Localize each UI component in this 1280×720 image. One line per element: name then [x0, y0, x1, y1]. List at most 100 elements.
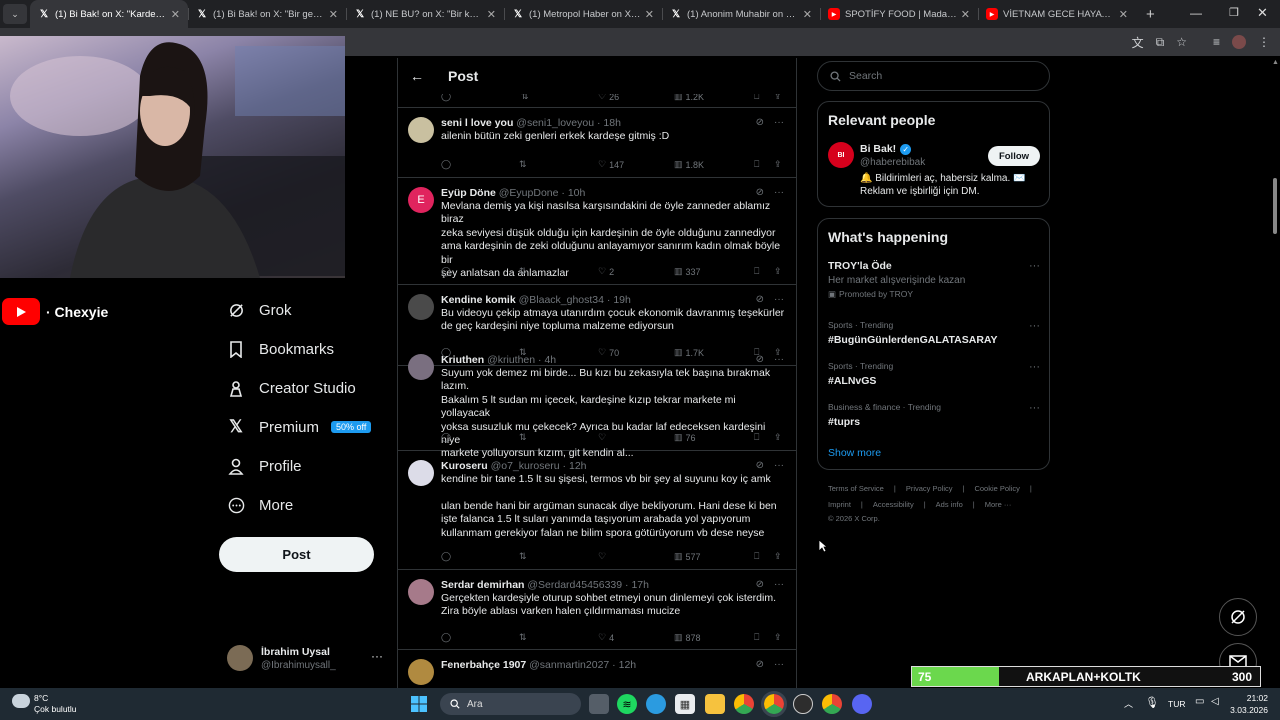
- tweet-more-icon[interactable]: ···: [774, 294, 784, 305]
- share-icon[interactable]: ⇪: [774, 159, 782, 170]
- tweet-more-icon[interactable]: ···: [774, 579, 784, 590]
- show-more-link[interactable]: Show more: [828, 447, 881, 459]
- reply-tweet[interactable]: E Eyüp Döne @EyupDone · 10h ⊘ ··· Mevlana de…: [398, 178, 796, 285]
- bookmark-star-icon[interactable]: ☆: [1176, 35, 1187, 49]
- weather-widget[interactable]: 8°C Çok bulutlu: [12, 692, 92, 716]
- reply-tweet[interactable]: Serdar demirhan @Serdard45456339 · 17h ⊘ ·…: [398, 570, 796, 650]
- reply-icon[interactable]: ◯: [441, 632, 451, 643]
- avatar[interactable]: [408, 579, 434, 605]
- profile-name[interactable]: Bi Bak!: [860, 143, 896, 155]
- tweet-more-icon[interactable]: ···: [774, 117, 784, 128]
- volume-icon[interactable]: ◁: [1211, 696, 1219, 707]
- input-language[interactable]: TUR: [1168, 699, 1185, 709]
- page-scrollbar[interactable]: ▲: [1270, 56, 1280, 688]
- author-handle[interactable]: @seni1_loveyou: [516, 117, 594, 129]
- close-window-icon[interactable]: ✕: [1257, 5, 1268, 21]
- tweet-more-icon[interactable]: ···: [774, 460, 784, 471]
- minimize-icon[interactable]: —: [1190, 6, 1202, 20]
- close-tab-icon[interactable]: ✕: [171, 8, 180, 21]
- close-tab-icon[interactable]: ✕: [961, 8, 970, 21]
- trend-more-icon[interactable]: ···: [1029, 361, 1040, 373]
- grok-icon[interactable]: ⊘: [756, 187, 764, 198]
- views-button[interactable]: ▥ 577: [674, 551, 701, 562]
- close-tab-icon[interactable]: ✕: [803, 8, 812, 21]
- tab-4[interactable]: 𝕏 (1) Metropol Haber on X: "Bir ağ ✕: [504, 0, 662, 28]
- grok-icon[interactable]: ⊘: [756, 294, 764, 305]
- repost-icon[interactable]: ⇅: [519, 432, 527, 443]
- tweet-time[interactable]: 17h: [631, 579, 649, 591]
- footer-link[interactable]: Ads info: [936, 500, 963, 509]
- tweet-more-icon[interactable]: ···: [774, 659, 784, 670]
- clock-time[interactable]: 21:02: [1234, 693, 1268, 703]
- profile-avatar-icon[interactable]: [1232, 35, 1246, 49]
- avatar[interactable]: [408, 117, 434, 143]
- reply-icon[interactable]: ◯: [441, 551, 451, 562]
- new-tab-icon[interactable]: +: [1146, 6, 1155, 23]
- tweet-time[interactable]: 10h: [568, 187, 586, 199]
- bookmark-icon[interactable]: ⎕: [754, 266, 759, 277]
- tray-overflow-icon[interactable]: ︿: [1124, 697, 1133, 710]
- author-name[interactable]: Kendine komik: [441, 294, 516, 306]
- nav-item-premium[interactable]: 𝕏 Premium 50% off: [227, 417, 372, 436]
- bookmark-icon[interactable]: ⎕: [754, 551, 759, 562]
- trend-more-icon[interactable]: ···: [1029, 402, 1040, 414]
- like-button[interactable]: ♡ 2: [598, 266, 614, 277]
- network-icon[interactable]: ▭: [1195, 696, 1204, 707]
- author-name[interactable]: Fenerbahçe 1907: [441, 659, 526, 671]
- nav-item-more[interactable]: More: [227, 496, 293, 514]
- repost-icon[interactable]: ⇅: [519, 632, 527, 643]
- back-arrow-icon[interactable]: ←: [410, 68, 424, 84]
- repost-icon[interactable]: ⇅: [519, 266, 527, 277]
- repost-icon[interactable]: ⇅: [519, 159, 527, 170]
- trend-more-icon[interactable]: ···: [1029, 320, 1040, 332]
- views-button[interactable]: ▥ 76: [674, 432, 696, 443]
- file-explorer-icon[interactable]: [705, 694, 725, 714]
- tweet-time[interactable]: 12h: [569, 460, 587, 472]
- start-button[interactable]: [409, 694, 429, 714]
- nav-item-grok[interactable]: Grok: [227, 301, 292, 319]
- views-button[interactable]: ▥ 878: [674, 632, 701, 643]
- share-icon[interactable]: ⇪: [774, 266, 782, 277]
- tweet-more-icon[interactable]: ···: [774, 354, 784, 365]
- tab-6[interactable]: ▶ SPOTİFY FOOD | Madara Olduk ✕: [820, 0, 978, 28]
- nav-item-profile[interactable]: Profile: [227, 457, 302, 475]
- close-tab-icon[interactable]: ✕: [487, 8, 496, 21]
- views-button[interactable]: ▥ 337: [674, 266, 701, 277]
- restore-icon[interactable]: ❐: [1229, 6, 1239, 19]
- spotify-icon[interactable]: ≋: [617, 694, 637, 714]
- chrome-icon[interactable]: [734, 694, 754, 714]
- reply-icon[interactable]: ◯: [441, 432, 451, 443]
- taskbar-search[interactable]: Ara: [440, 693, 581, 715]
- repost-icon[interactable]: ⇅: [519, 551, 527, 562]
- author-name[interactable]: Kuroseru: [441, 460, 488, 472]
- browser-menu-icon[interactable]: ⋮: [1258, 35, 1270, 49]
- bookmark-icon[interactable]: ⎕: [754, 632, 759, 643]
- reply-icon[interactable]: ◯: [441, 266, 451, 277]
- share-icon[interactable]: ⇪: [774, 632, 782, 643]
- translate-icon[interactable]: 文: [1132, 34, 1144, 51]
- reply-tweet[interactable]: Kriuthen @kriuthen · 4h ⊘ ··· Suyum yok dem…: [398, 345, 796, 459]
- footer-link[interactable]: Terms of Service: [828, 484, 884, 493]
- author-handle[interactable]: @o7_kuroseru: [491, 460, 560, 472]
- tweet-time[interactable]: 18h: [603, 117, 621, 129]
- chrome-icon-active[interactable]: [761, 691, 787, 717]
- chrome-profile-icon[interactable]: [822, 694, 842, 714]
- nav-item-creator-studio[interactable]: Creator Studio: [227, 379, 356, 397]
- footer-link[interactable]: Cookie Policy: [974, 484, 1019, 493]
- avatar[interactable]: BI: [828, 142, 854, 168]
- author-handle[interactable]: @kriuthen: [487, 354, 535, 366]
- reading-list-icon[interactable]: ≡: [1213, 35, 1220, 49]
- edge-icon[interactable]: [646, 694, 666, 714]
- footer-link[interactable]: Accessibility: [873, 500, 914, 509]
- trend-item[interactable]: Business & finance · Trending #tuprs ···: [828, 402, 1040, 428]
- like-button[interactable]: ♡: [598, 551, 609, 562]
- tab-3[interactable]: 𝕏 (1) NE BU? on X: "Bir kadın, iki fı ✕: [346, 0, 504, 28]
- avatar[interactable]: [408, 659, 434, 685]
- account-more-icon[interactable]: ···: [371, 649, 383, 663]
- avatar[interactable]: E: [408, 187, 434, 213]
- close-tab-icon[interactable]: ✕: [645, 8, 654, 21]
- discord-icon[interactable]: [852, 694, 872, 714]
- author-name[interactable]: seni l love you: [441, 117, 513, 129]
- tab-2[interactable]: 𝕏 (1) Bi Bak! on X: "Bir genç, haftal ✕: [188, 0, 346, 28]
- scroll-up-icon[interactable]: ▲: [1272, 59, 1279, 66]
